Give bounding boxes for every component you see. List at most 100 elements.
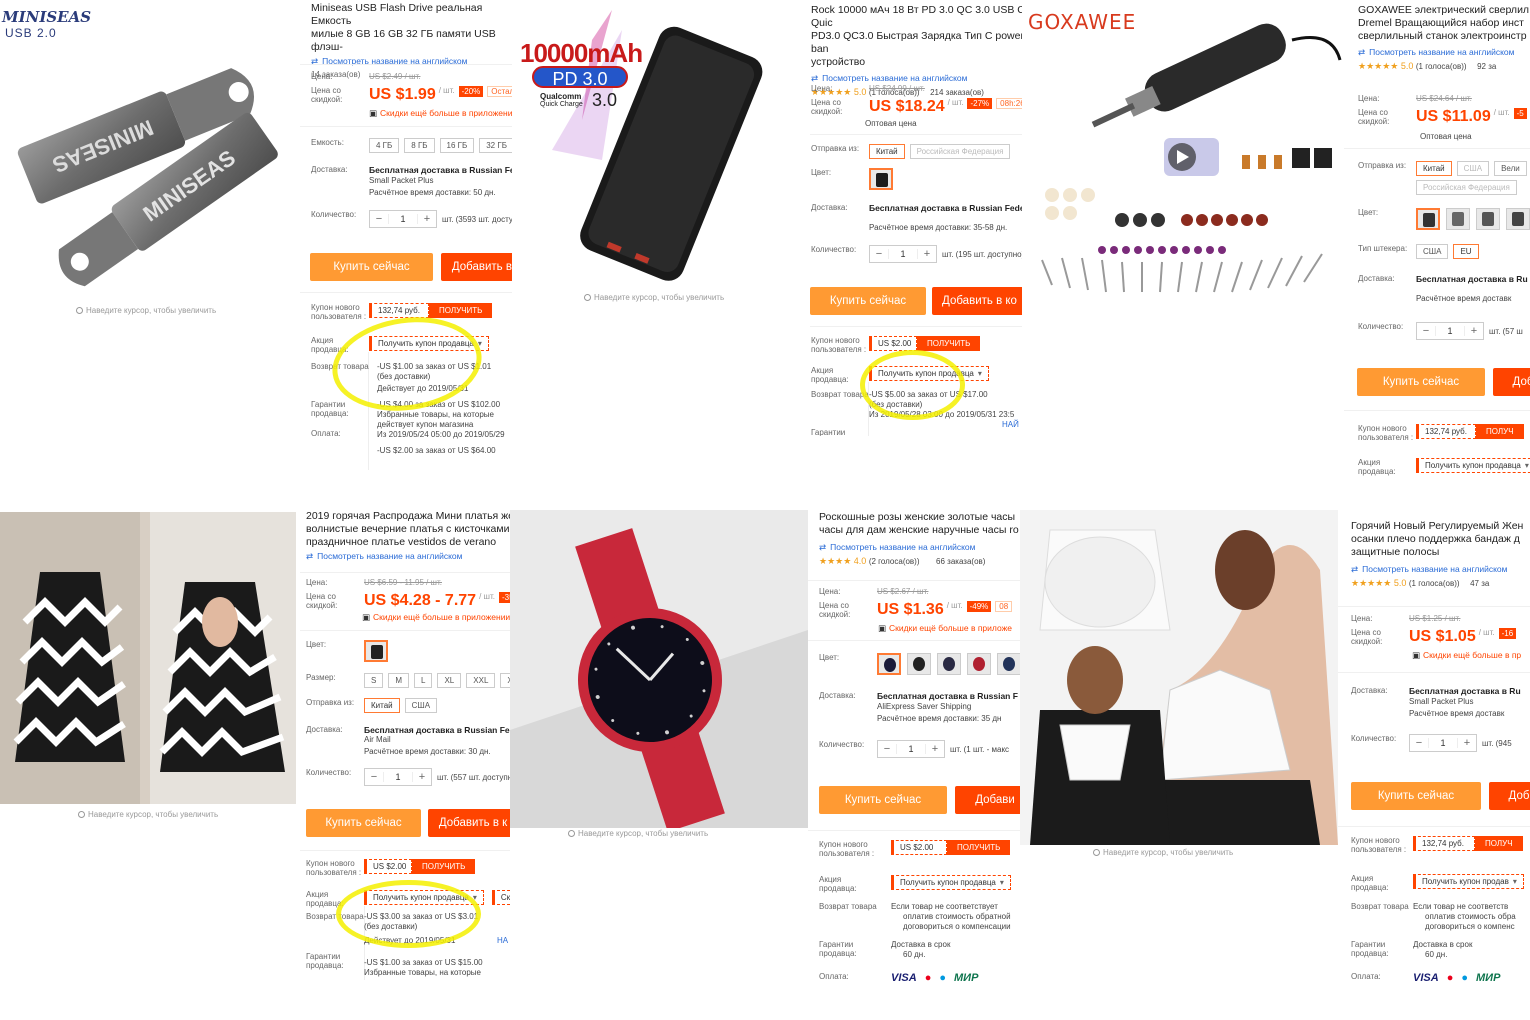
color-swatch[interactable] [1506, 208, 1530, 230]
shipping-method-select[interactable]: AliExpress Saver Shipping [877, 702, 1018, 712]
seller-coupon-dropdown[interactable]: Получить купон продавца [891, 875, 1011, 890]
minus-icon[interactable]: − [870, 248, 888, 260]
capacity-option[interactable]: 32 ГБ [479, 138, 512, 153]
more-link[interactable]: НА [497, 936, 508, 946]
color-swatch[interactable] [997, 653, 1020, 675]
ship-from-option[interactable]: Китай [1416, 161, 1452, 176]
posture-corrector-image[interactable] [1020, 510, 1338, 845]
add-to-cart-button[interactable]: Добавить в к [441, 253, 512, 281]
get-coupon-button[interactable]: ПОЛУЧИТЬ [947, 840, 1011, 855]
color-swatch[interactable] [967, 653, 991, 675]
plus-icon[interactable]: + [1458, 737, 1476, 749]
product-title[interactable]: Miniseas USB Flash Drive реальная Емкост… [311, 2, 512, 54]
ship-from-option[interactable]: Российская Федерация [909, 144, 1011, 159]
product-title[interactable]: Горячий Новый Регулируемый Жен осанки пл… [1351, 520, 1530, 559]
color-swatch[interactable] [869, 168, 893, 190]
minus-icon[interactable]: − [878, 743, 896, 755]
minus-icon[interactable]: − [1410, 737, 1428, 749]
add-to-cart-button[interactable]: Доб [1493, 368, 1530, 396]
buy-now-button[interactable]: Купить сейчас [810, 287, 926, 315]
color-swatch[interactable] [907, 653, 931, 675]
more-link[interactable]: НАЙ [1002, 420, 1019, 430]
get-coupon-button[interactable]: ПОЛУЧ [1476, 424, 1524, 439]
capacity-option[interactable]: 4 ГБ [369, 138, 400, 153]
view-english-link[interactable]: Посмотреть название на английском [1358, 47, 1530, 58]
plug-option[interactable]: EU [1453, 244, 1479, 259]
buy-now-button[interactable]: Купить сейчас [819, 786, 947, 814]
color-swatch[interactable] [1476, 208, 1500, 230]
product-title[interactable]: Роскошные розы женские золотые часы часы… [819, 511, 1020, 537]
size-option[interactable]: M [388, 673, 410, 688]
size-option[interactable]: XL [437, 673, 462, 688]
minus-icon[interactable]: − [370, 213, 388, 225]
quantity-value[interactable]: 1 [1428, 738, 1458, 748]
ship-from-option[interactable]: Китай [869, 144, 905, 159]
product-title[interactable]: GOXAWEE электрический сверлил Dremel Вра… [1358, 4, 1530, 43]
plus-icon[interactable]: + [926, 743, 944, 755]
product-title[interactable]: Rock 10000 мАч 18 Вт PD 3.0 QC 3.0 USB C… [811, 4, 1022, 69]
view-english-link[interactable]: Посмотреть название на английском [811, 73, 1022, 84]
quantity-stepper[interactable]: −1 + [1416, 322, 1484, 340]
size-option[interactable]: L [414, 673, 433, 688]
buy-now-button[interactable]: Купить сейчас [310, 253, 433, 281]
get-coupon-button[interactable]: ПОЛУЧИТЬ [917, 336, 981, 351]
usb-drive-image[interactable]: MINISEAS MINISEAS [0, 0, 300, 300]
extra-coupon-dropdown[interactable]: Ски [491, 890, 510, 905]
view-english-link[interactable]: Посмотреть название на английском [1351, 564, 1530, 575]
size-option[interactable]: XXX [500, 673, 510, 688]
shipping-method-select[interactable]: Small Packet Plus [1409, 697, 1521, 707]
view-english-link[interactable]: Посмотреть название на английском [306, 551, 510, 562]
quantity-value[interactable]: 1 [383, 772, 413, 782]
buy-now-button[interactable]: Купить сейчас [1351, 782, 1481, 810]
app-discount-link[interactable]: Скидки ещё больше в приложении [362, 612, 510, 623]
plus-icon[interactable]: + [1465, 325, 1483, 337]
add-to-cart-button[interactable]: Добавить в ко [932, 287, 1022, 315]
ship-from-option[interactable]: Вели [1494, 161, 1527, 176]
minus-icon[interactable]: − [1417, 325, 1435, 337]
app-discount-link[interactable]: Скидки ещё больше в приложе [878, 623, 1012, 634]
plus-icon[interactable]: + [413, 771, 431, 783]
size-option[interactable]: S [364, 673, 384, 688]
quantity-value[interactable]: 1 [1435, 326, 1465, 336]
add-to-cart-button[interactable]: Добавить в к [428, 809, 510, 837]
capacity-option[interactable]: 8 ГБ [404, 138, 435, 153]
app-discount-link[interactable]: Скидки ещё больше в приложении [369, 108, 512, 119]
quantity-value[interactable]: 1 [896, 744, 926, 754]
seller-coupon-dropdown[interactable]: Получить купон продавца [1416, 458, 1530, 473]
dress-image[interactable] [0, 512, 296, 804]
add-to-cart-button[interactable]: Доб [1489, 782, 1530, 810]
plus-icon[interactable]: + [418, 213, 436, 225]
plus-icon[interactable]: + [918, 248, 936, 260]
color-swatch[interactable] [364, 640, 388, 662]
seller-coupon-dropdown[interactable]: Получить купон продав [1413, 874, 1524, 889]
size-option[interactable]: XXL [466, 673, 496, 688]
wholesale-link[interactable]: Оптовая цена [1420, 132, 1472, 142]
get-coupon-button[interactable]: ПОЛУЧ [1475, 836, 1523, 851]
ship-from-option[interactable]: Российская Федерация [1416, 180, 1517, 195]
ship-from-option[interactable]: Китай [364, 698, 400, 713]
buy-now-button[interactable]: Купить сейчас [1357, 368, 1485, 396]
app-discount-link[interactable]: Скидки ещё больше в пр [1412, 650, 1521, 661]
wholesale-link[interactable]: Оптовая цена [865, 119, 917, 129]
color-swatch[interactable] [1416, 208, 1440, 230]
quantity-stepper[interactable]: −1 + [869, 245, 937, 263]
buy-now-button[interactable]: Купить сейчас [306, 809, 421, 837]
quantity-stepper[interactable]: −1 + [877, 740, 945, 758]
quantity-stepper[interactable]: −1 + [1409, 734, 1477, 752]
plug-option[interactable]: США [1416, 244, 1449, 259]
quantity-value[interactable]: 1 [888, 249, 918, 259]
capacity-option[interactable]: 16 ГБ [439, 138, 475, 153]
color-swatch[interactable] [877, 653, 901, 675]
color-swatch[interactable] [937, 653, 961, 675]
quantity-stepper[interactable]: −1 + [369, 210, 437, 228]
add-to-cart-button[interactable]: Добави [955, 786, 1020, 814]
shipping-method-select[interactable]: Small Packet Plus [369, 176, 512, 186]
quantity-stepper[interactable]: −1 + [364, 768, 432, 786]
rotary-tool-image[interactable] [1022, 0, 1344, 300]
minus-icon[interactable]: − [365, 771, 383, 783]
get-coupon-button[interactable]: ПОЛУЧИТЬ [412, 859, 476, 874]
ship-from-option[interactable]: США [404, 698, 438, 713]
view-english-link[interactable]: Посмотреть название на английском [311, 56, 512, 67]
view-english-link[interactable]: Посмотреть название на английском [819, 542, 1020, 553]
quantity-value[interactable]: 1 [388, 214, 418, 224]
